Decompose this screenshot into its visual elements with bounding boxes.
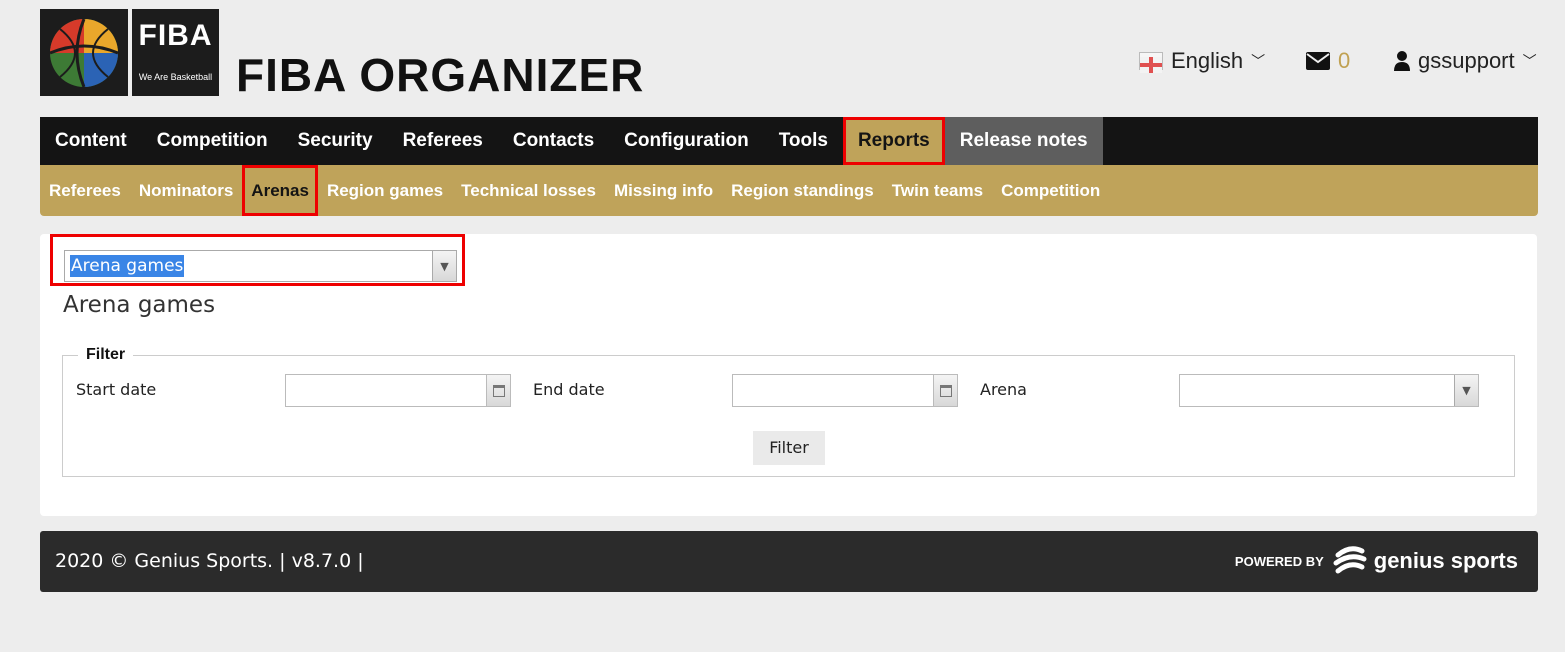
fiba-ball-logo xyxy=(40,9,128,96)
basketball-icon xyxy=(49,18,119,88)
messages-link[interactable]: 0 xyxy=(1306,46,1350,76)
logo-tagline: We Are Basketball xyxy=(138,72,213,82)
nav-item-security[interactable]: Security xyxy=(283,117,388,165)
nav-item-reports[interactable]: Reports xyxy=(842,117,945,165)
language-label: English xyxy=(1171,48,1244,73)
subnav-item-referees[interactable]: Referees xyxy=(40,165,130,216)
nav-item-referees[interactable]: Referees xyxy=(388,117,498,165)
chevron-down-icon[interactable]: ▼ xyxy=(432,251,456,281)
sub-nav: Referees Nominators Arenas Region games … xyxy=(40,165,1538,216)
powered-by-label: POWERED BY xyxy=(1234,553,1324,569)
chevron-down-icon: ﹀ xyxy=(1522,53,1537,69)
subnav-item-arenas[interactable]: Arenas xyxy=(242,165,318,216)
genius-sports-brand: genius sports xyxy=(1373,548,1518,573)
powered-by-logo: POWERED BY genius sports xyxy=(1235,543,1518,579)
arena-select[interactable]: ▼ xyxy=(1179,374,1479,407)
subnav-item-competition[interactable]: Competition xyxy=(992,165,1109,216)
report-select-highlight: Arena games ▼ xyxy=(50,234,465,286)
arena-label: Arena xyxy=(980,380,1027,399)
subnav-item-twin-teams[interactable]: Twin teams xyxy=(883,165,992,216)
language-selector[interactable]: English ﹀ xyxy=(1139,46,1265,76)
start-date-input[interactable] xyxy=(285,374,511,407)
genius-sports-icon xyxy=(1333,546,1367,574)
page-title: Arena games xyxy=(63,292,216,318)
filter-button[interactable]: Filter xyxy=(753,431,825,465)
footer-copyright: 2020 © Genius Sports. | v8.7.0 | xyxy=(55,550,364,572)
footer: 2020 © Genius Sports. | v8.7.0 | POWERED… xyxy=(40,531,1538,592)
envelope-icon xyxy=(1306,52,1330,70)
nav-item-release-notes[interactable]: Release notes xyxy=(944,117,1103,165)
start-date-label: Start date xyxy=(76,380,157,399)
messages-count: 0 xyxy=(1338,48,1351,73)
subnav-item-missing-info[interactable]: Missing info xyxy=(605,165,722,216)
filter-fieldset: Filter Start date End date Arena ▼ Filte… xyxy=(62,346,1515,477)
nav-item-contacts[interactable]: Contacts xyxy=(498,117,609,165)
report-type-value: Arena games xyxy=(70,255,185,277)
logo-wordmark: FIBA xyxy=(138,19,213,52)
subnav-item-technical-losses[interactable]: Technical losses xyxy=(452,165,605,216)
nav-item-tools[interactable]: Tools xyxy=(764,117,843,165)
subnav-item-region-games[interactable]: Region games xyxy=(318,165,452,216)
app-title: FIBA ORGANIZER xyxy=(236,49,645,101)
end-date-input[interactable] xyxy=(732,374,958,407)
user-menu[interactable]: gssupport ﹀ xyxy=(1394,46,1537,76)
end-date-label: End date xyxy=(533,380,605,399)
calendar-icon[interactable] xyxy=(933,375,957,406)
report-panel: Arena games ▼ Arena games Filter Start d… xyxy=(40,234,1537,516)
main-nav: Content Competition Security Referees Co… xyxy=(40,117,1538,165)
nav-item-content[interactable]: Content xyxy=(40,117,142,165)
nav-item-configuration[interactable]: Configuration xyxy=(609,117,764,165)
chevron-down-icon[interactable]: ▼ xyxy=(1454,375,1478,406)
chevron-down-icon: ﹀ xyxy=(1251,53,1266,69)
report-type-select[interactable]: Arena games ▼ xyxy=(64,250,457,282)
uk-flag-icon xyxy=(1139,52,1163,73)
username: gssupport xyxy=(1418,48,1515,73)
filter-legend: Filter xyxy=(78,346,134,364)
subnav-item-region-standings[interactable]: Region standings xyxy=(722,165,883,216)
user-icon xyxy=(1394,51,1410,71)
calendar-icon[interactable] xyxy=(486,375,510,406)
fiba-logo: FIBA We Are Basketball xyxy=(132,9,219,96)
subnav-item-nominators[interactable]: Nominators xyxy=(130,165,242,216)
nav-item-competition[interactable]: Competition xyxy=(142,117,283,165)
